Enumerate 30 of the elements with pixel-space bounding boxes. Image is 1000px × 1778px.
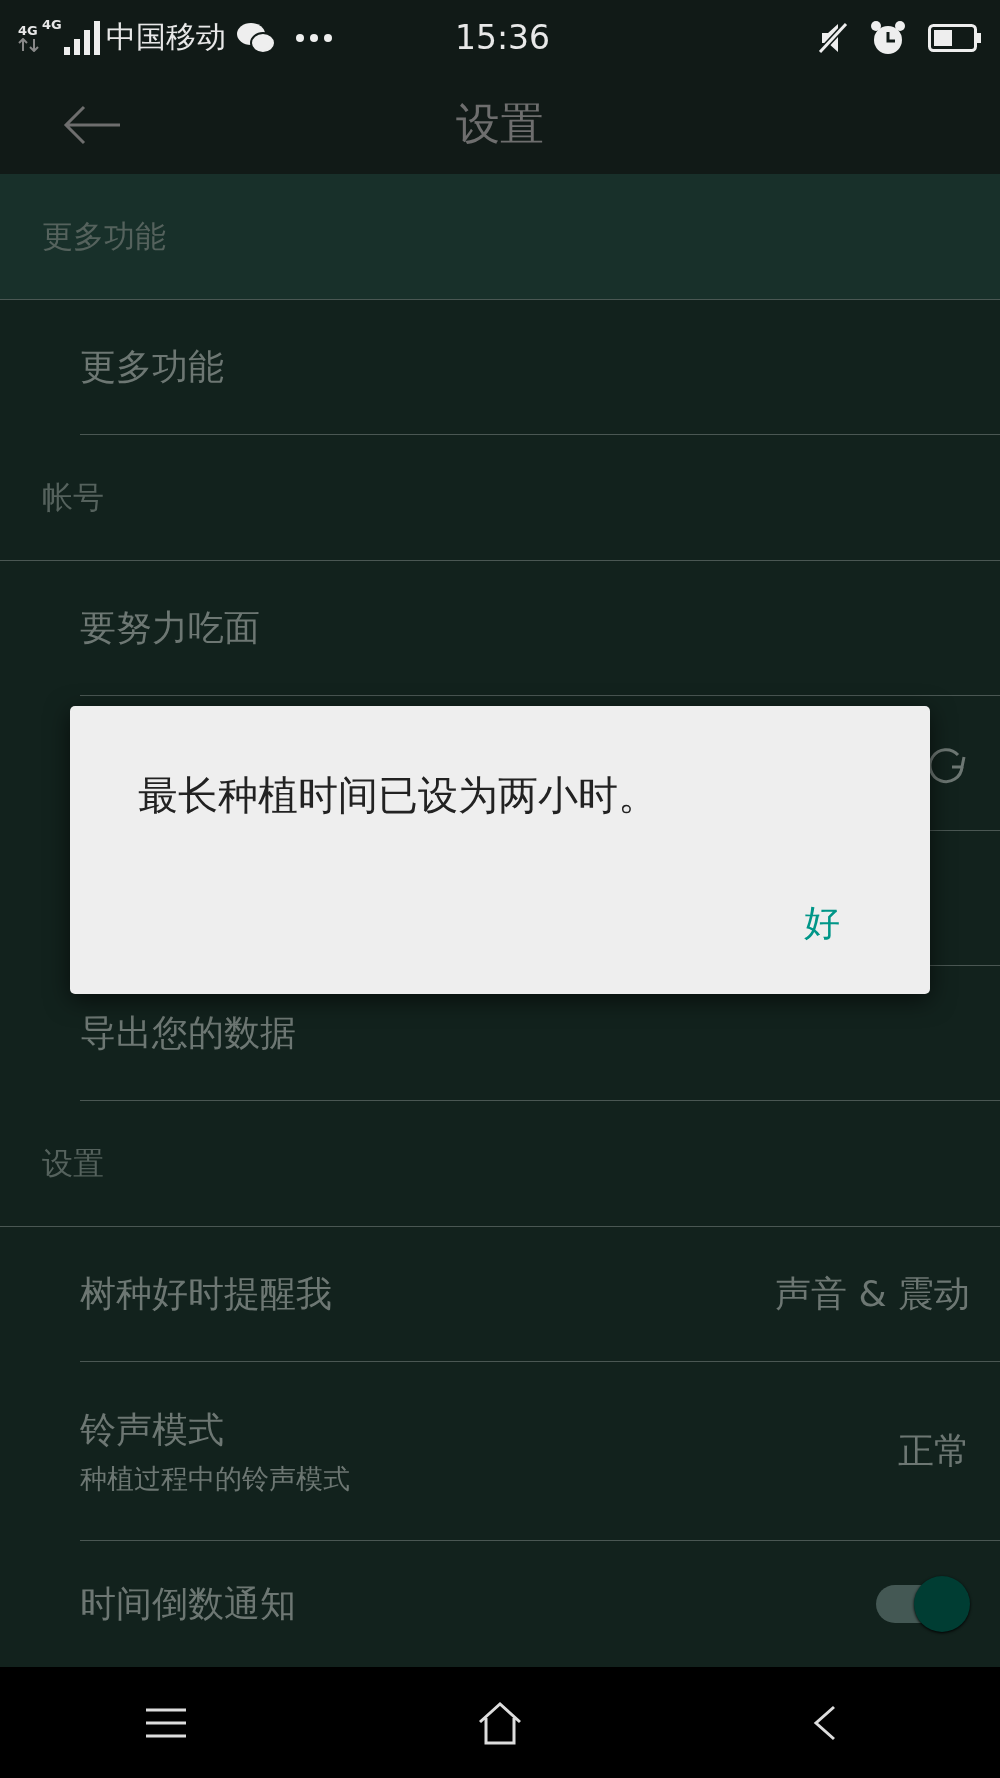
alarm-clock-icon — [870, 20, 906, 55]
menu-icon[interactable] — [144, 1707, 189, 1738]
dialog-message: 最长种植时间已设为两小时。 — [138, 771, 659, 820]
more-dots-icon — [295, 33, 332, 42]
setting-label[interactable]: 树种好时提醒我 — [80, 1269, 332, 1319]
chat-bubbles-icon — [235, 20, 276, 55]
home-icon[interactable] — [477, 1700, 523, 1745]
network-label: 4G — [42, 18, 62, 32]
ok-button[interactable]: 好 — [794, 889, 850, 958]
clock-time: 15:36 — [455, 18, 551, 57]
data-arrows-icon — [18, 37, 40, 52]
carrier-name: 中国移动 — [105, 18, 226, 56]
setting-description: 种植过程中的铃声模式 — [80, 1461, 350, 1496]
back-arrow-icon[interactable] — [62, 104, 122, 145]
mute-icon — [818, 21, 848, 54]
battery-icon — [928, 23, 982, 52]
toggle-switch[interactable] — [876, 1576, 970, 1632]
setting-value: 声音 & 震动 — [775, 1271, 970, 1316]
section-header: 设置 — [42, 1143, 104, 1183]
network-label: 4G — [18, 23, 39, 38]
section-header: 更多功能 — [42, 216, 166, 256]
setting-value: 正常 — [898, 1428, 970, 1473]
setting-label[interactable]: 要努力吃面 — [80, 603, 260, 653]
signal-icon — [63, 20, 100, 55]
page-title: 设置 — [456, 97, 544, 151]
setting-label[interactable]: 导出您的数据 — [80, 1008, 296, 1058]
setting-label[interactable]: 更多功能 — [80, 342, 224, 392]
section-header: 帐号 — [42, 477, 104, 517]
setting-label[interactable]: 时间倒数通知 — [80, 1579, 296, 1629]
setting-label[interactable]: 铃声模式 — [80, 1405, 350, 1455]
